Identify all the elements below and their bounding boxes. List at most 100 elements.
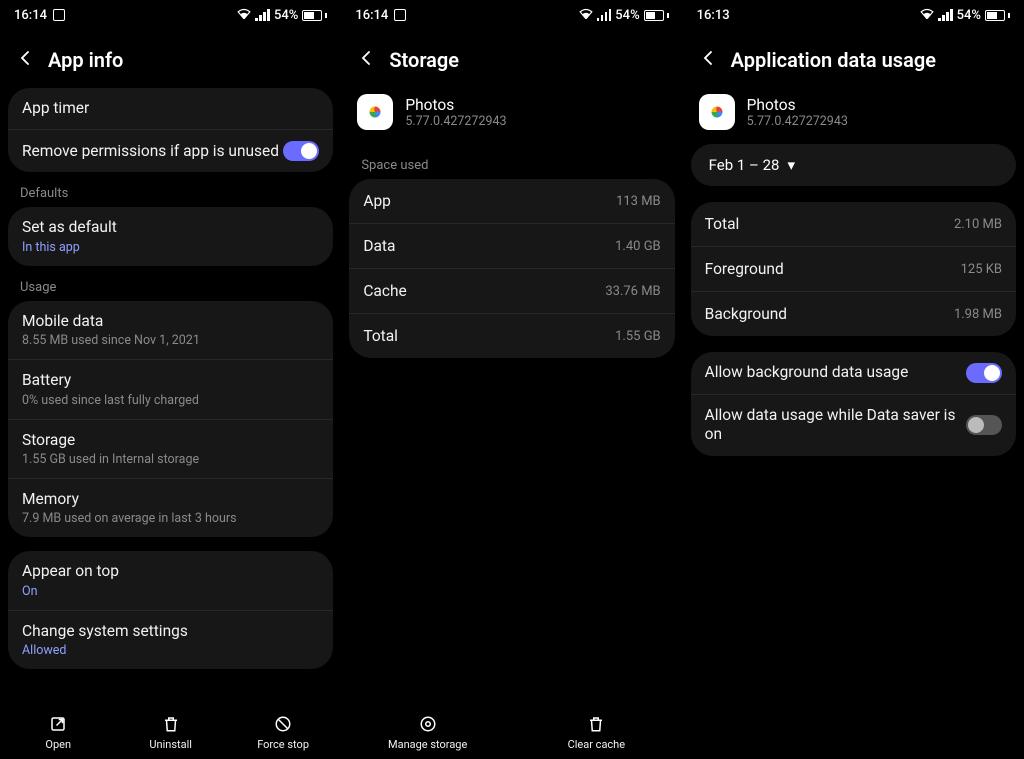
action-uninstall[interactable]: Uninstall [114, 715, 226, 751]
action-open[interactable]: Open [2, 715, 114, 751]
sublabel: Allowed [22, 643, 319, 658]
page-title: Application data usage [731, 48, 936, 72]
key: Total [705, 215, 740, 233]
date-range-label: Feb 1 – 28 [709, 156, 780, 174]
sublabel: 8.55 MB used since Nov 1, 2021 [22, 333, 319, 348]
action-force-stop[interactable]: Force stop [227, 715, 339, 751]
toggle-remove-permissions[interactable] [283, 141, 319, 161]
val: 1.55 GB [615, 329, 661, 344]
bottom-bar: Open Uninstall Force stop [0, 705, 341, 759]
label: Appear on top [22, 562, 319, 581]
pane-storage: 16:14 54% Storage Photos 5.77.0.42727294… [341, 0, 682, 759]
row-allow-background-data[interactable]: Allow background data usage [691, 352, 1016, 395]
app-version: 5.77.0.427272943 [405, 114, 506, 129]
action-manage-storage[interactable]: Manage storage [343, 715, 512, 751]
label: App timer [22, 99, 319, 118]
wifi-icon [920, 7, 934, 23]
val: 1.98 MB [954, 307, 1002, 322]
pane-app-info: 16:14 54% App info App timer [0, 0, 341, 759]
app-name: Photos [747, 96, 848, 114]
label: Manage storage [388, 738, 467, 751]
label: Allow background data usage [705, 363, 966, 382]
app-header: Photos 5.77.0.427272943 [683, 88, 1024, 144]
val: 113 MB [616, 194, 661, 209]
row-total: Total 2.10 MB [691, 202, 1016, 247]
row-change-system-settings[interactable]: Change system settings Allowed [8, 611, 333, 669]
status-bar: 16:14 54% [341, 0, 682, 30]
date-range-selector[interactable]: Feb 1 – 28 ▾ [691, 144, 1016, 186]
status-time: 16:14 [14, 8, 47, 23]
battery-percent: 54% [615, 8, 639, 23]
row-allow-data-saver[interactable]: Allow data usage while Data saver is on [691, 395, 1016, 456]
back-icon[interactable] [16, 49, 34, 72]
toggle-allow-background-data[interactable] [966, 363, 1002, 383]
sublabel: 1.55 GB used in Internal storage [22, 452, 319, 467]
app-version: 5.77.0.427272943 [747, 114, 848, 129]
label: Memory [22, 490, 319, 509]
action-clear-cache[interactable]: Clear cache [512, 715, 681, 751]
row-data-size: Data 1.40 GB [349, 224, 674, 269]
val: 125 KB [961, 262, 1002, 277]
row-storage[interactable]: Storage 1.55 GB used in Internal storage [8, 420, 333, 479]
header: Storage [341, 30, 682, 88]
row-set-default[interactable]: Set as default In this app [8, 207, 333, 265]
card-toggles: Allow background data usage Allow data u… [691, 352, 1016, 456]
row-foreground: Foreground 125 KB [691, 247, 1016, 292]
stop-icon [274, 715, 292, 733]
sublabel: 0% used since last fully charged [22, 393, 319, 408]
label: Remove permissions if app is unused [22, 142, 283, 161]
row-app-size: App 113 MB [349, 179, 674, 224]
bottom-bar: Manage storage Clear cache [341, 705, 682, 759]
label: Mobile data [22, 312, 319, 331]
header: Application data usage [683, 30, 1024, 88]
battery-percent: 54% [274, 8, 298, 23]
battery-icon [985, 10, 1010, 21]
key: Total [363, 327, 398, 345]
val: 33.76 MB [605, 284, 660, 299]
trash-icon [587, 715, 605, 733]
row-background: Background 1.98 MB [691, 292, 1016, 336]
label: Open [45, 738, 71, 751]
photos-app-icon [357, 94, 393, 130]
label: Allow data usage while Data saver is on [705, 406, 966, 445]
sublabel: 7.9 MB used on average in last 3 hours [22, 511, 319, 526]
section-space-used: Space used [341, 144, 682, 179]
status-time: 16:13 [697, 8, 730, 23]
label: Uninstall [149, 738, 192, 751]
val: 1.40 GB [615, 239, 661, 254]
app-name: Photos [405, 96, 506, 114]
section-usage: Usage [0, 266, 341, 301]
card-usage-stats: Total 2.10 MB Foreground 125 KB Backgrou… [691, 202, 1016, 336]
sublabel: In this app [22, 240, 319, 255]
open-icon [49, 715, 67, 733]
row-appear-on-top[interactable]: Appear on top On [8, 551, 333, 610]
signal-icon [938, 9, 953, 21]
card-general: App timer Remove permissions if app is u… [8, 88, 333, 172]
row-remove-permissions[interactable]: Remove permissions if app is unused [8, 130, 333, 172]
back-icon[interactable] [357, 49, 375, 72]
key: Data [363, 237, 395, 255]
label: Battery [22, 371, 319, 390]
battery-percent: 54% [957, 8, 981, 23]
label: Change system settings [22, 622, 319, 641]
toggle-allow-data-saver[interactable] [966, 415, 1002, 435]
val: 2.10 MB [954, 217, 1002, 232]
app-header: Photos 5.77.0.427272943 [341, 88, 682, 144]
photos-app-icon [699, 94, 735, 130]
row-memory[interactable]: Memory 7.9 MB used on average in last 3 … [8, 479, 333, 537]
row-cache-size: Cache 33.76 MB [349, 269, 674, 314]
chevron-down-icon: ▾ [787, 156, 795, 174]
battery-icon [302, 10, 327, 21]
row-battery[interactable]: Battery 0% used since last fully charged [8, 360, 333, 419]
card-space-used: App 113 MB Data 1.40 GB Cache 33.76 MB T… [349, 179, 674, 358]
picture-icon [53, 9, 65, 21]
signal-icon [255, 9, 270, 21]
signal-icon [597, 9, 612, 21]
status-time: 16:14 [355, 8, 388, 23]
key: Foreground [705, 260, 784, 278]
back-icon[interactable] [699, 49, 717, 72]
row-total-size: Total 1.55 GB [349, 314, 674, 358]
row-mobile-data[interactable]: Mobile data 8.55 MB used since Nov 1, 20… [8, 301, 333, 360]
status-bar: 16:13 54% [683, 0, 1024, 30]
row-app-timer[interactable]: App timer [8, 88, 333, 130]
